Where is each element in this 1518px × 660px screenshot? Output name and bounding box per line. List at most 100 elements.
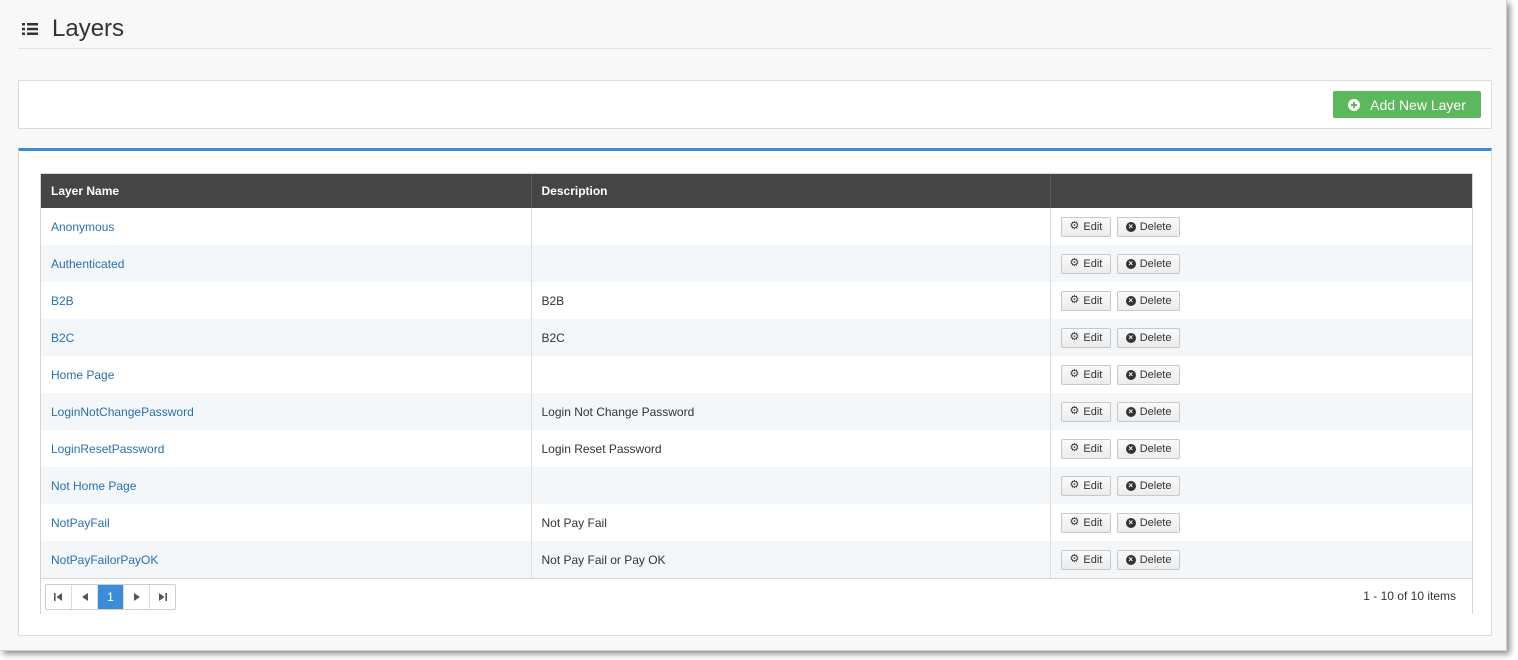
layer-name-link[interactable]: Authenticated xyxy=(51,257,124,271)
layer-name-cell: LoginResetPassword xyxy=(41,430,532,467)
actions-cell: ⚙ Edit × Delete xyxy=(1050,208,1472,245)
edit-button[interactable]: ⚙ Edit xyxy=(1060,549,1112,570)
last-page-button[interactable] xyxy=(150,585,175,609)
gear-icon: ⚙ xyxy=(1069,257,1080,269)
gear-icon: ⚙ xyxy=(1069,220,1080,232)
edit-button[interactable]: ⚙ Edit xyxy=(1060,290,1112,311)
layer-name-link[interactable]: NotPayFailorPayOK xyxy=(51,553,158,567)
pager: 1 1 - 10 of 10 items xyxy=(41,578,1472,614)
prev-page-button[interactable] xyxy=(72,585,98,609)
close-circle-icon: × xyxy=(1125,554,1136,565)
layer-name-cell: LoginNotChangePassword xyxy=(41,393,532,430)
edit-label: Edit xyxy=(1083,553,1103,566)
plus-circle-icon xyxy=(1348,98,1361,111)
column-header-description[interactable]: Description xyxy=(531,174,1051,208)
table-row: NotPayFail Not Pay Fail ⚙ Edit × Delete xyxy=(41,504,1472,541)
layer-name-cell: B2C xyxy=(41,319,532,356)
table-row: Not Home Page ⚙ Edit × Delete xyxy=(41,467,1472,504)
edit-button[interactable]: ⚙ Edit xyxy=(1060,475,1112,496)
column-header-layer-name[interactable]: Layer Name xyxy=(41,174,532,208)
close-circle-icon: × xyxy=(1125,517,1136,528)
layers-panel: Layer Name Description Anonymous ⚙ Edit × D… xyxy=(18,148,1492,636)
layer-name-link[interactable]: LoginNotChangePassword xyxy=(51,405,194,419)
layer-name-link[interactable]: Home Page xyxy=(51,368,114,382)
close-circle-icon: × xyxy=(1125,443,1136,454)
delete-button[interactable]: × Delete xyxy=(1116,216,1181,237)
delete-button[interactable]: × Delete xyxy=(1116,401,1181,422)
page-1-button[interactable]: 1 xyxy=(98,585,124,609)
pager-buttons: 1 xyxy=(45,584,176,610)
layer-description: Login Not Change Password xyxy=(531,393,1051,430)
layer-name-cell: Authenticated xyxy=(41,245,532,282)
edit-button[interactable]: ⚙ Edit xyxy=(1060,401,1112,422)
gear-icon: ⚙ xyxy=(1069,294,1080,306)
actions-cell: ⚙ Edit × Delete xyxy=(1050,393,1472,430)
delete-button[interactable]: × Delete xyxy=(1116,290,1181,311)
delete-button[interactable]: × Delete xyxy=(1116,364,1181,385)
gear-icon: ⚙ xyxy=(1069,479,1080,491)
edit-button[interactable]: ⚙ Edit xyxy=(1060,438,1112,459)
edit-label: Edit xyxy=(1083,479,1103,492)
edit-label: Edit xyxy=(1083,442,1103,455)
actions-cell: ⚙ Edit × Delete xyxy=(1050,504,1472,541)
first-page-button[interactable] xyxy=(46,585,72,609)
layer-name-cell: NotPayFailorPayOK xyxy=(41,541,532,578)
delete-label: Delete xyxy=(1139,442,1172,455)
layer-name-link[interactable]: Anonymous xyxy=(51,220,114,234)
layer-name-cell: NotPayFail xyxy=(41,504,532,541)
layer-description xyxy=(531,245,1051,282)
close-circle-icon: × xyxy=(1125,480,1136,491)
delete-button[interactable]: × Delete xyxy=(1116,549,1181,570)
page-title: Layers xyxy=(52,15,125,42)
delete-button[interactable]: × Delete xyxy=(1116,512,1181,533)
edit-button[interactable]: ⚙ Edit xyxy=(1060,364,1112,385)
edit-label: Edit xyxy=(1083,220,1103,233)
edit-label: Edit xyxy=(1083,405,1103,418)
layer-name-link[interactable]: B2C xyxy=(51,331,74,345)
layer-name-link[interactable]: Not Home Page xyxy=(51,479,136,493)
table-row: Home Page ⚙ Edit × Delete xyxy=(41,356,1472,393)
app-window: Layers Add New Layer Layer Name Descript… xyxy=(0,0,1507,651)
edit-button[interactable]: ⚙ Edit xyxy=(1060,327,1112,348)
layer-name-cell: B2B xyxy=(41,282,532,319)
edit-label: Edit xyxy=(1083,294,1103,307)
layer-description xyxy=(531,208,1051,245)
delete-label: Delete xyxy=(1139,257,1172,270)
layers-grid: Layer Name Description Anonymous ⚙ Edit × D… xyxy=(40,173,1473,614)
delete-button[interactable]: × Delete xyxy=(1116,327,1181,348)
column-header-actions xyxy=(1050,174,1472,208)
edit-button[interactable]: ⚙ Edit xyxy=(1060,512,1112,533)
layer-description: Not Pay Fail or Pay OK xyxy=(531,541,1051,578)
layer-name-link[interactable]: NotPayFail xyxy=(51,516,110,530)
delete-button[interactable]: × Delete xyxy=(1116,475,1181,496)
actions-cell: ⚙ Edit × Delete xyxy=(1050,282,1472,319)
table-row: Authenticated ⚙ Edit × Delete xyxy=(41,245,1472,282)
layer-description xyxy=(531,356,1051,393)
layer-description xyxy=(531,467,1051,504)
delete-button[interactable]: × Delete xyxy=(1116,438,1181,459)
edit-button[interactable]: ⚙ Edit xyxy=(1060,253,1112,274)
pager-info: 1 - 10 of 10 items xyxy=(1363,589,1456,603)
delete-button[interactable]: × Delete xyxy=(1116,253,1181,274)
close-circle-icon: × xyxy=(1125,258,1136,269)
gear-icon: ⚙ xyxy=(1069,405,1080,417)
edit-label: Edit xyxy=(1083,368,1103,381)
layer-name-cell: Home Page xyxy=(41,356,532,393)
add-new-layer-button[interactable]: Add New Layer xyxy=(1333,91,1481,118)
gear-icon: ⚙ xyxy=(1069,553,1080,565)
layer-name-link[interactable]: LoginResetPassword xyxy=(51,442,164,456)
edit-label: Edit xyxy=(1083,331,1103,344)
next-page-button[interactable] xyxy=(124,585,150,609)
actions-cell: ⚙ Edit × Delete xyxy=(1050,467,1472,504)
actions-cell: ⚙ Edit × Delete xyxy=(1050,541,1472,578)
table-row: B2C B2C ⚙ Edit × Delete xyxy=(41,319,1472,356)
layer-name-link[interactable]: B2B xyxy=(51,294,74,308)
table-row: LoginNotChangePassword Login Not Change P… xyxy=(41,393,1472,430)
actions-cell: ⚙ Edit × Delete xyxy=(1050,430,1472,467)
page-header: Layers xyxy=(18,10,1492,49)
layer-name-cell: Anonymous xyxy=(41,208,532,245)
close-circle-icon: × xyxy=(1125,295,1136,306)
add-new-layer-label: Add New Layer xyxy=(1370,96,1466,113)
close-circle-icon: × xyxy=(1125,221,1136,232)
edit-button[interactable]: ⚙ Edit xyxy=(1060,216,1112,237)
